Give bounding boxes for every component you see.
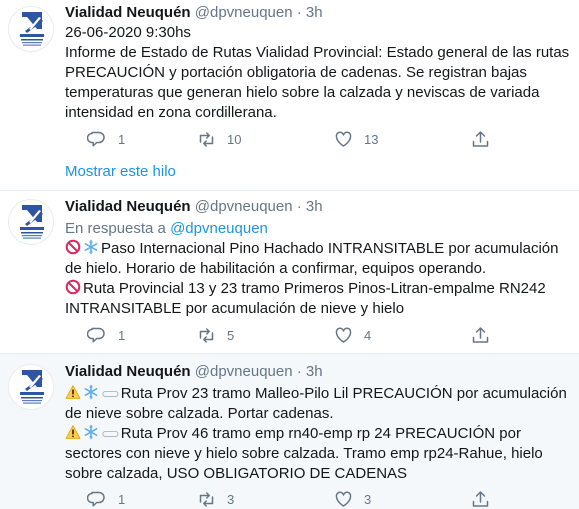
reply-icon [87, 131, 105, 147]
retweet-icon [199, 492, 214, 507]
user-name[interactable]: Vialidad Neuquén [65, 198, 191, 215]
reply-count: 1 [118, 131, 126, 147]
like-button[interactable]: 3 [333, 489, 371, 509]
share-icon [472, 491, 489, 507]
share-icon [472, 131, 489, 147]
tweet-header: Vialidad Neuquén @dpvneuquen · 3h [65, 3, 323, 23]
chain-icon: ⊂⊃ [101, 426, 120, 441]
retweet-button[interactable]: 3 [196, 489, 234, 509]
reply-button[interactable]: 1 [87, 325, 125, 345]
user-handle[interactable]: @dpvneuquen [195, 198, 293, 215]
heart-icon [335, 491, 352, 507]
tweet[interactable]: Vialidad Neuquén @dpvneuquen · 3h En res… [0, 191, 579, 353]
retweet-count: 3 [227, 491, 235, 507]
tweet-line: Paso Internacional Pino Hachado INTRANSI… [65, 239, 571, 279]
separator-dot: · [296, 198, 302, 215]
retweet-button[interactable]: 10 [196, 129, 241, 149]
avatar[interactable] [8, 364, 54, 410]
like-count: 4 [364, 327, 372, 343]
share-icon [472, 327, 489, 343]
mention-link[interactable]: @dpvneuquen [170, 220, 268, 237]
separator-dot: · [296, 363, 302, 380]
user-handle[interactable]: @dpvneuquen [195, 363, 293, 380]
like-button[interactable]: 4 [333, 325, 371, 345]
no-entry-sign-icon [65, 279, 81, 295]
tweet[interactable]: Vialidad Neuquén @dpvneuquen · 3h 26-06-… [0, 0, 579, 190]
snowflake-icon [84, 384, 98, 400]
user-handle[interactable]: @dpvneuquen [195, 4, 293, 21]
reply-button[interactable]: 1 [87, 129, 125, 149]
retweet-count: 10 [227, 131, 242, 147]
reply-button[interactable]: 1 [87, 489, 125, 509]
tweet-text: 26-06-2020 9:30hs Informe de Estado de R… [65, 23, 571, 123]
line-text: Paso Internacional Pino Hachado INTRANSI… [65, 240, 559, 277]
tweet-line: ⊂⊃ Ruta Prov 23 tramo Malleo-Pilo Lil PRE… [65, 384, 571, 424]
timestamp[interactable]: 3h [306, 198, 323, 215]
show-thread-link[interactable]: Mostrar este hilo [65, 163, 176, 180]
tweet-line: Ruta Provincial 13 y 23 tramo Primeros P… [65, 279, 571, 319]
no-entry-sign-icon [65, 239, 81, 255]
retweet-icon [199, 132, 214, 147]
reply-icon [87, 491, 105, 507]
tweet-header: Vialidad Neuquén @dpvneuquen · 3h [65, 362, 323, 382]
snowflake-icon [84, 424, 98, 440]
like-count: 13 [364, 131, 379, 147]
reply-count: 1 [118, 491, 126, 507]
line-text: Ruta Prov 46 tramo emp rn40-emp rp 24 PR… [65, 425, 543, 482]
line-text: Ruta Prov 23 tramo Malleo-Pilo Lil PRECA… [65, 385, 567, 422]
share-button[interactable] [470, 489, 491, 509]
reply-count: 1 [118, 327, 126, 343]
avatar[interactable] [8, 199, 54, 245]
tweet-line: ⊂⊃ Ruta Prov 46 tramo emp rn40-emp rp 24 … [65, 424, 571, 484]
like-button[interactable]: 13 [333, 129, 378, 149]
timestamp[interactable]: 3h [306, 4, 323, 21]
warning-sign-icon [65, 385, 81, 399]
tweet-text: ⊂⊃ Ruta Prov 23 tramo Malleo-Pilo Lil PRE… [65, 384, 571, 484]
snowflake-icon [84, 239, 98, 255]
retweet-icon [199, 328, 214, 343]
tweet-line: 26-06-2020 9:30hs [65, 24, 191, 41]
heart-icon [335, 131, 352, 147]
reply-context: En respuesta a @dpvneuquen [65, 219, 571, 239]
share-button[interactable] [470, 129, 491, 149]
reply-prefix: En respuesta a [65, 220, 166, 237]
share-button[interactable] [470, 325, 491, 345]
separator-dot: · [296, 4, 302, 21]
chain-icon: ⊂⊃ [101, 386, 120, 401]
timestamp[interactable]: 3h [306, 363, 323, 380]
tweet-header: Vialidad Neuquén @dpvneuquen · 3h [65, 197, 323, 217]
tweet[interactable]: Vialidad Neuquén @dpvneuquen · 3h ⊂⊃ Ruta… [0, 354, 579, 509]
reply-icon [87, 327, 105, 343]
user-name[interactable]: Vialidad Neuquén [65, 4, 191, 21]
user-name[interactable]: Vialidad Neuquén [65, 363, 191, 380]
like-count: 3 [364, 491, 372, 507]
tweet-line: Informe de Estado de Rutas Vialidad Prov… [65, 44, 570, 121]
line-text: Ruta Provincial 13 y 23 tramo Primeros P… [65, 280, 546, 317]
retweet-button[interactable]: 5 [196, 325, 234, 345]
avatar[interactable] [8, 6, 54, 52]
warning-sign-icon [65, 425, 81, 439]
tweet-text: En respuesta a @dpvneuquen Paso Internac… [65, 219, 571, 319]
heart-icon [335, 327, 352, 343]
retweet-count: 5 [227, 327, 235, 343]
